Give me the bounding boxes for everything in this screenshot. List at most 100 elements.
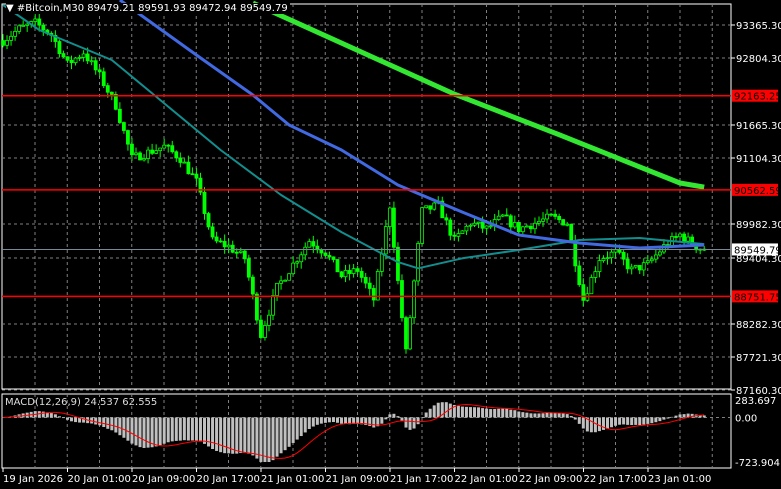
macd-bar [231,417,235,454]
candle-body [351,268,356,274]
candle-body [396,246,400,281]
time-tick-label: 22 Jan 17:00 [584,474,647,485]
candle-body [307,241,312,248]
macd-histogram [1,402,706,462]
macd-bar [541,413,545,418]
candle-body [516,222,521,233]
macd-bar [315,417,319,425]
candle-body [512,222,517,228]
macd-bar [517,411,521,418]
candle-body [122,122,126,131]
candle-body [178,157,183,163]
triangle-down-icon[interactable]: ▼ [6,3,14,14]
candle-body [432,202,437,210]
candle-body [525,225,529,228]
macd-bar [497,408,501,418]
candle-body [109,91,114,95]
macd-bar [174,417,178,441]
candle-body [126,130,130,145]
candle-body [653,254,658,260]
macd-bar [98,417,102,426]
macd-bar [481,408,485,418]
macd-bar [678,414,682,418]
candle-body [657,251,662,256]
candle-body [674,236,678,238]
time-tick-label: 23 Jan 01:00 [648,474,711,485]
candle-body [569,223,574,242]
macd-bar [255,417,259,459]
candle-body [577,265,582,285]
candle-body [218,240,223,243]
macd-bar [340,417,344,424]
candle-body [359,271,364,278]
candle-body [593,271,598,278]
candle-body [420,207,425,244]
macd-bar [501,408,505,418]
time-tick-label: 19 Jan 2026 [3,474,63,485]
time-tick-label: 22 Jan 09:00 [519,474,582,485]
macd-bar [154,417,158,447]
macd-bar [428,408,432,418]
macd-bar [223,417,227,454]
candle-body [605,257,610,260]
macd-bar [61,417,65,419]
macd-bar [436,402,440,418]
macd-bar [335,417,339,423]
macd-bar [283,417,287,451]
candle-body [146,149,150,159]
candle-body [641,262,646,271]
price-tick-label: 91665.30 [736,121,781,132]
candle-body [601,258,606,262]
candle-body [504,214,509,217]
candle-body [323,252,328,256]
macd-bar [190,417,194,441]
macd-bar [211,417,215,450]
candle-body [69,59,74,64]
candle-body [9,35,13,41]
candle-body [162,144,167,149]
candle-body [319,249,324,254]
candle-body [130,143,134,156]
candle-body [263,325,267,338]
macd-bar [194,417,198,441]
macd-bar [537,413,541,418]
macd-axis-label: -723.904 [735,458,780,469]
candle-body [1,40,5,46]
macd-bar [198,417,202,442]
macd-bar [182,417,186,441]
macd-bar [408,417,412,430]
macd-bar [565,414,569,418]
candle-body [202,191,207,214]
macd-bar [505,408,509,418]
price-tick-label: 89982.30 [736,220,781,231]
macd-bar [57,416,61,418]
candle-body [113,94,118,110]
candle-body [158,147,163,152]
candle-body [142,158,146,161]
candle-body [222,241,227,248]
macd-bar [319,417,323,424]
macd-bar [102,417,106,428]
candle-body [65,56,70,61]
candle-body [299,254,304,263]
candle-body [456,233,461,237]
macd-bar [372,417,376,428]
ma-short-line [2,4,705,270]
candle-body [214,236,219,242]
macd-bar [186,417,190,441]
candle-body [484,225,489,229]
macd-bar [114,417,118,433]
macd-panel-border [1,393,732,469]
candle-body [400,280,404,319]
candle-body [61,53,66,58]
macd-bar [41,411,45,418]
macd-bar [170,417,174,442]
macd-bar [674,415,678,418]
candle-body [230,244,235,253]
macd-bar [448,403,452,418]
candle-body [311,241,316,247]
macd-axis-label: 0.00 [735,413,757,424]
price-chart[interactable]: 93365.30 92804.30 91665.30 91104.30 89982.30… [0,0,781,489]
macd-bar [589,417,593,433]
macd-bar [597,417,601,432]
